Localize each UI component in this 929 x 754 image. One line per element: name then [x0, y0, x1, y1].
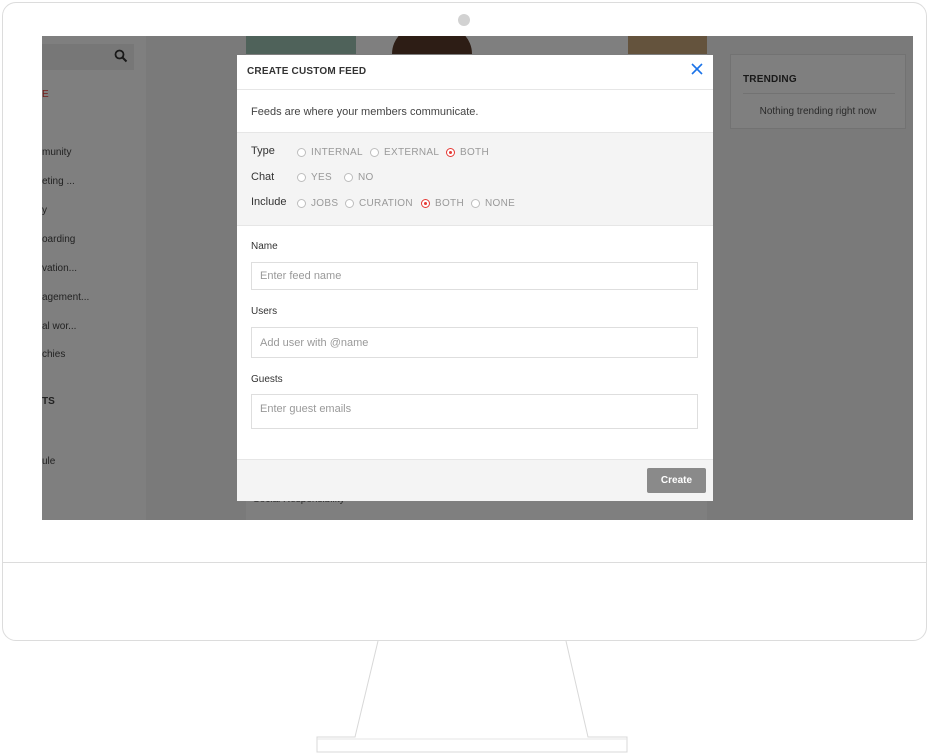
- radio-label: NO: [358, 172, 374, 183]
- radio-circle-icon: [421, 199, 430, 208]
- feed-options-panel: Type INTERNAL EXTERNAL BOTH Chat YES NO Inc…: [237, 132, 713, 226]
- include-radio-curation[interactable]: CURATION: [345, 198, 413, 209]
- radio-circle-icon: [297, 173, 306, 182]
- users-label: Users: [251, 306, 278, 317]
- modal-title: CREATE CUSTOM FEED: [247, 66, 367, 77]
- chat-radio-no[interactable]: NO: [344, 172, 374, 183]
- monitor-chin-divider: [2, 562, 927, 563]
- monitor-stand: [316, 641, 628, 753]
- radio-label: NONE: [485, 198, 516, 209]
- include-radio-jobs[interactable]: JOBS: [297, 198, 338, 209]
- include-label: Include: [251, 196, 287, 208]
- close-icon[interactable]: [690, 62, 704, 76]
- chat-label: Chat: [251, 171, 275, 183]
- type-radio-internal[interactable]: INTERNAL: [297, 147, 363, 158]
- radio-label: INTERNAL: [311, 147, 363, 158]
- modal-header: CREATE CUSTOM FEED: [237, 55, 713, 90]
- radio-label: EXTERNAL: [384, 147, 440, 158]
- modal-footer: Create: [237, 459, 713, 501]
- guests-input[interactable]: [251, 394, 698, 429]
- radio-label: BOTH: [460, 147, 489, 158]
- modal-description: Feeds are where your members communicate…: [251, 106, 479, 118]
- feed-name-input[interactable]: [251, 262, 698, 290]
- camera-icon: [458, 14, 470, 26]
- radio-label: YES: [311, 172, 332, 183]
- guests-label: Guests: [251, 374, 283, 385]
- radio-circle-icon: [345, 199, 354, 208]
- radio-circle-icon: [370, 148, 379, 157]
- type-radio-both[interactable]: BOTH: [446, 147, 489, 158]
- create-button[interactable]: Create: [647, 468, 706, 493]
- type-radio-external[interactable]: EXTERNAL: [370, 147, 439, 158]
- radio-circle-icon: [471, 199, 480, 208]
- include-radio-both[interactable]: BOTH: [421, 198, 464, 209]
- name-label: Name: [251, 241, 278, 252]
- radio-circle-icon: [297, 199, 306, 208]
- include-radio-none[interactable]: NONE: [471, 198, 515, 209]
- radio-circle-icon: [297, 148, 306, 157]
- chat-radio-yes[interactable]: YES: [297, 172, 332, 183]
- radio-label: CURATION: [359, 198, 413, 209]
- create-feed-modal: CREATE CUSTOM FEED Feeds are where your …: [237, 55, 713, 501]
- radio-label: JOBS: [311, 198, 339, 209]
- radio-label: BOTH: [435, 198, 464, 209]
- type-label: Type: [251, 145, 275, 157]
- users-input[interactable]: [251, 327, 698, 358]
- radio-circle-icon: [344, 173, 353, 182]
- radio-circle-icon: [446, 148, 455, 157]
